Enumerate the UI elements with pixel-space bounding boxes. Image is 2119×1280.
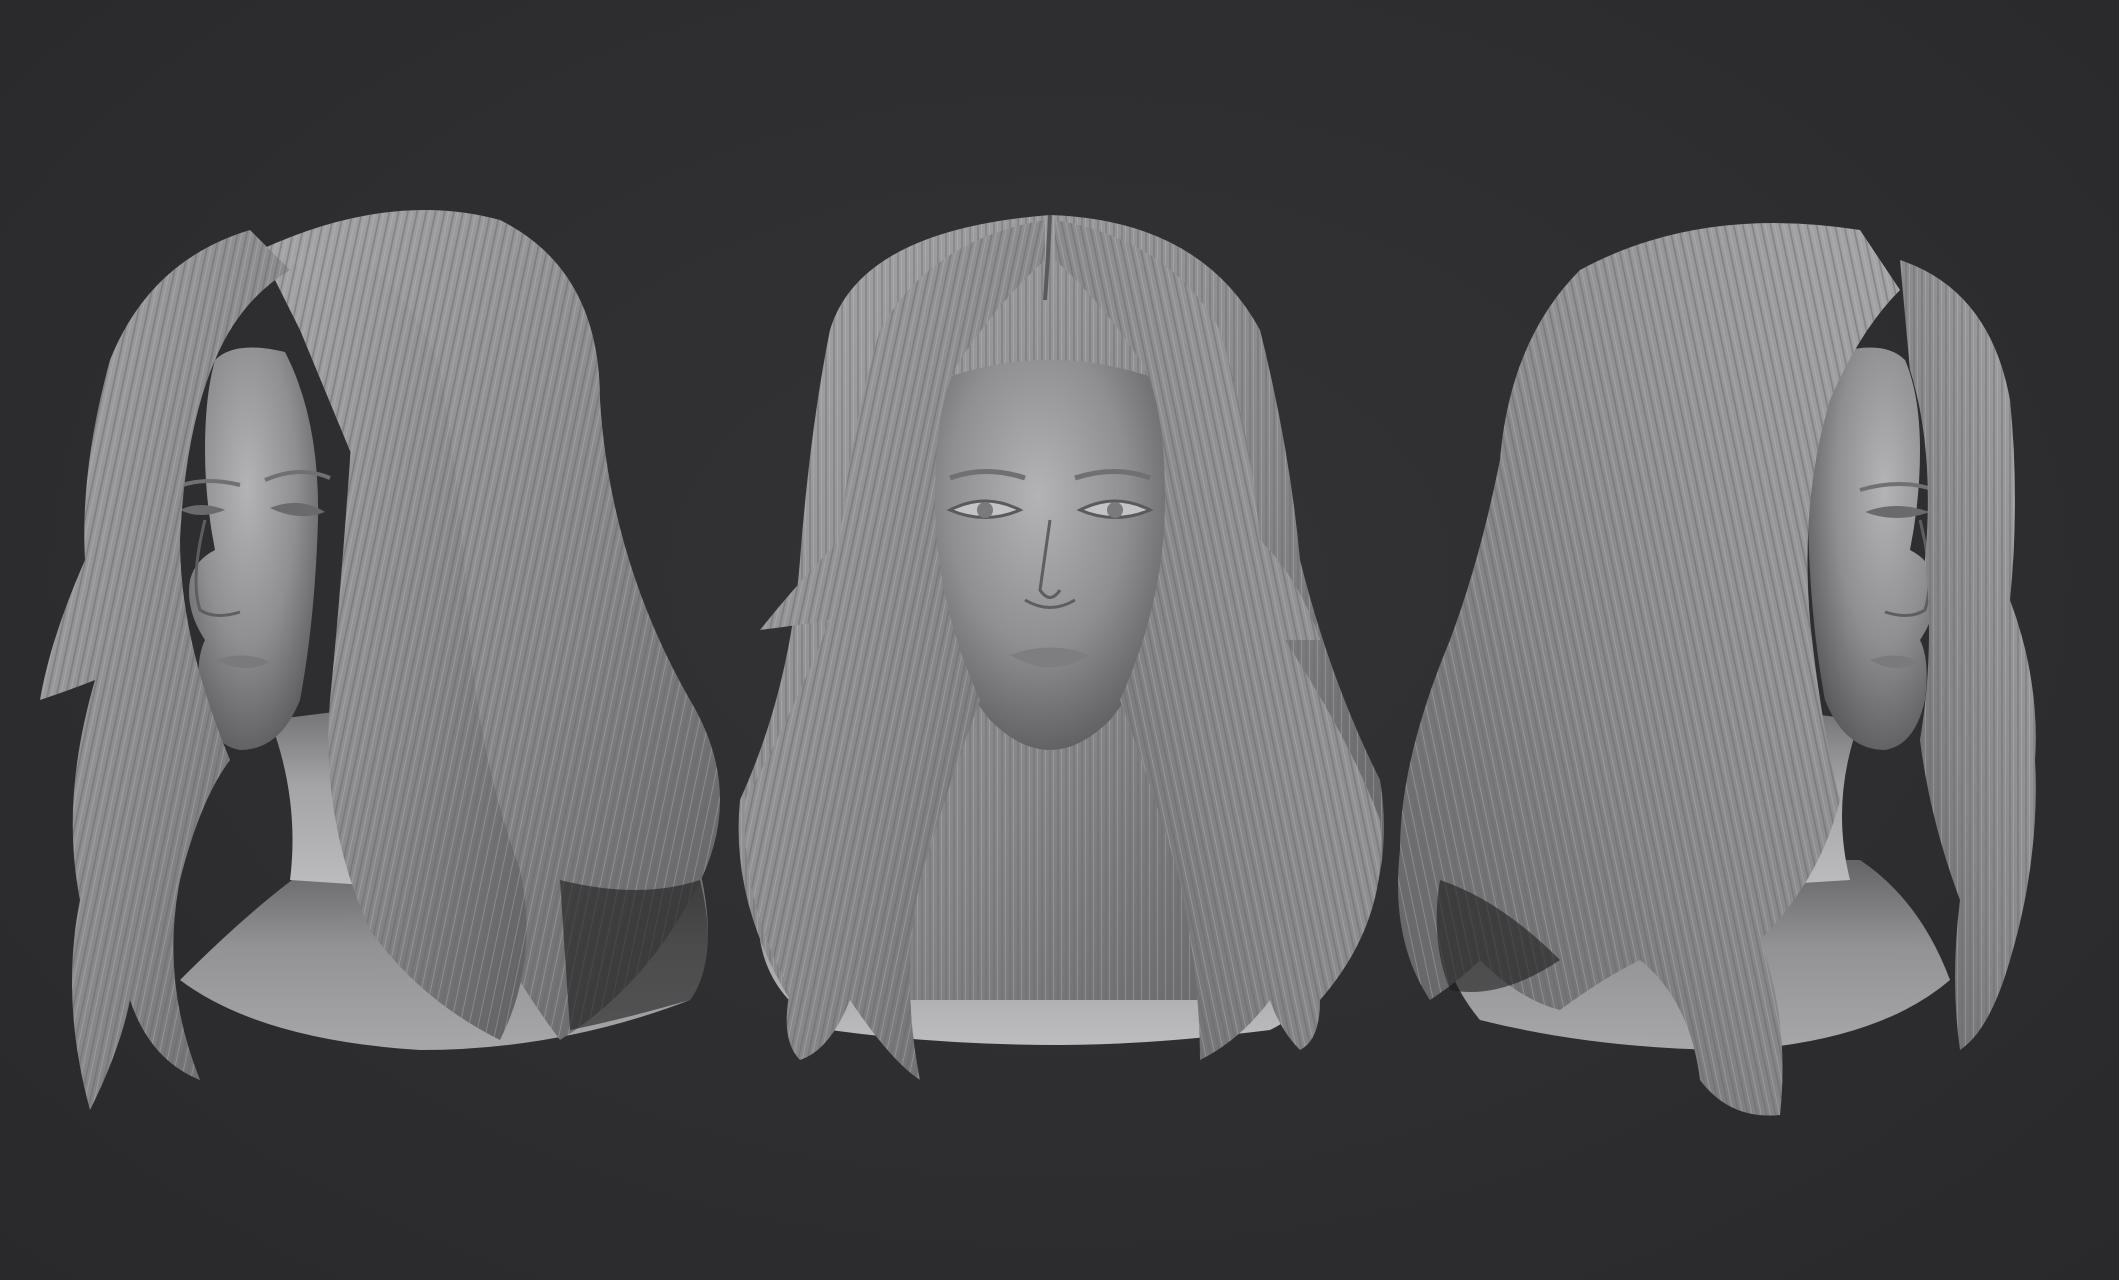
three-quarter-right-view — [1398, 223, 2036, 1116]
sculpt-render-viewport — [0, 0, 2119, 1280]
left-view-face — [189, 347, 319, 750]
three-quarter-left-view — [40, 210, 720, 1110]
front-view — [738, 214, 1384, 1080]
sculpt-render-svg — [40, 210, 2036, 1116]
